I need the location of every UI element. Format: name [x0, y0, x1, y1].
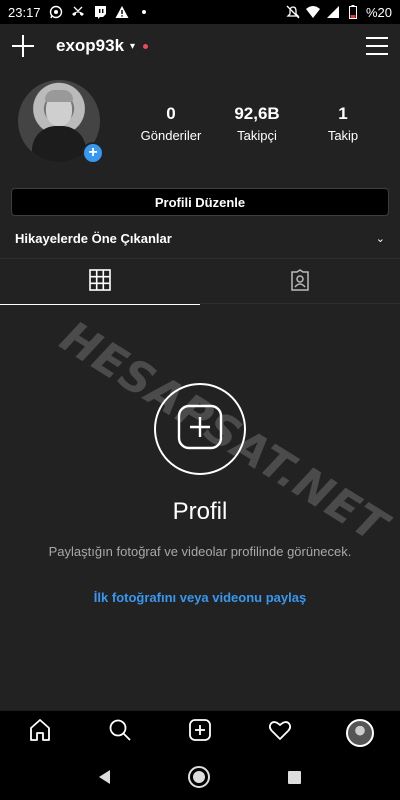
stat-followers-value: 92,6B [234, 104, 280, 123]
missed-call-icon [71, 5, 85, 19]
stat-following[interactable]: 1 Takip [300, 104, 386, 143]
stat-followers-label: Takipçi [237, 128, 277, 143]
empty-state-title: Profil [172, 498, 228, 525]
menu-hamburger-icon[interactable] [366, 37, 388, 55]
wifi-icon [305, 5, 320, 19]
tagged-icon [289, 268, 311, 296]
search-icon [108, 718, 132, 747]
profile-stats: 0 Gönderiler 92,6B Takipçi 1 Takip [128, 104, 388, 143]
stat-following-value: 1 [338, 104, 348, 123]
profile-header: exop93k ▾ [0, 24, 400, 68]
status-time: 23:17 [8, 4, 41, 20]
battery-icon [346, 5, 360, 19]
add-post-icon [177, 404, 223, 455]
dot-icon [137, 5, 151, 19]
empty-state-add-circle[interactable] [154, 383, 246, 475]
nav-profile[interactable] [340, 713, 380, 753]
chevron-down-icon: ⌄ [375, 232, 385, 245]
profile-summary: + 0 Gönderiler 92,6B Takipçi 1 Takip [0, 78, 400, 168]
stat-posts-value: 0 [166, 104, 176, 123]
stat-following-label: Takip [327, 128, 359, 143]
warning-icon [115, 5, 129, 19]
stat-posts[interactable]: 0 Gönderiler [128, 104, 214, 143]
username: exop93k [56, 36, 125, 55]
new-post-icon [188, 718, 212, 747]
empty-state-description: Paylaştığın fotoğraf ve videolar profili… [48, 544, 352, 559]
notification-dot [143, 43, 149, 49]
system-home-icon[interactable] [188, 766, 210, 788]
share-first-post-link[interactable]: İlk fotoğrafını veya videonu paylaş [0, 590, 400, 605]
system-recents-icon[interactable] [288, 770, 301, 784]
chevron-down-icon: ▾ [130, 40, 136, 52]
nav-new-post[interactable] [180, 713, 220, 753]
system-back-icon[interactable] [99, 770, 110, 784]
mute-icon [286, 5, 300, 19]
profile-avatar-small [346, 718, 374, 747]
add-story-plus-icon[interactable]: + [82, 142, 104, 164]
edit-profile-button[interactable]: Profili Düzenle [11, 188, 389, 216]
whatsapp-icon [49, 5, 63, 19]
nav-activity[interactable] [260, 713, 300, 753]
highlights-label: Hikayelerde Öne Çıkanlar [15, 230, 172, 246]
heart-icon [268, 718, 292, 747]
system-navigation-bar [0, 754, 400, 800]
stat-posts-label: Gönderiler [140, 128, 202, 143]
tab-divider [200, 303, 400, 304]
grid-icon [89, 268, 111, 296]
nav-home[interactable] [20, 713, 60, 753]
nav-search[interactable] [100, 713, 140, 753]
signal-icon [326, 5, 340, 19]
bottom-navigation [0, 710, 400, 754]
status-bar: 23:17 %20 [0, 0, 400, 24]
home-icon [28, 718, 52, 747]
stat-followers[interactable]: 92,6B Takipçi [214, 104, 300, 143]
account-switcher[interactable]: exop93k ▾ [56, 36, 149, 56]
tab-tagged[interactable] [200, 259, 400, 305]
tab-grid[interactable] [0, 259, 200, 305]
battery-percent: %20 [365, 4, 392, 20]
story-highlights-toggle[interactable]: Hikayelerde Öne Çıkanlar ⌄ [0, 226, 400, 250]
profile-tabs [0, 258, 400, 305]
new-post-plus-icon[interactable] [12, 35, 34, 57]
twitch-icon [93, 5, 107, 19]
